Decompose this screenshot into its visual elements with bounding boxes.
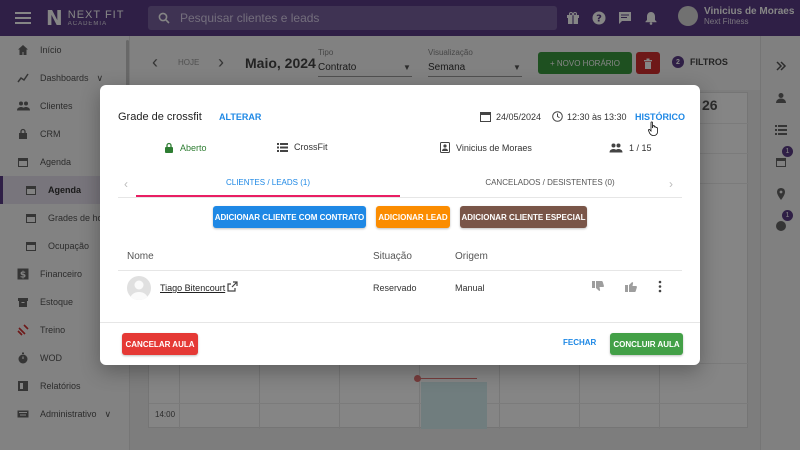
person-placeholder-icon [130,280,148,300]
class-time: 12:30 às 13:30 [552,111,627,122]
status-info: Aberto [164,142,207,153]
finish-class-button[interactable]: CONCLUIR AULA [610,333,683,355]
list-icon [277,142,288,152]
cancel-class-button[interactable]: CANCELAR AULA [122,333,198,355]
clock-icon [552,111,563,122]
id-card-icon [440,142,450,153]
more-options-icon[interactable] [657,280,663,293]
thumbs-down-icon[interactable] [591,280,604,293]
calendar-icon [480,112,491,122]
footer-divider [100,322,700,323]
tab-clients-leads[interactable]: CLIENTES / LEADS (1) [136,178,400,187]
thumbs-up-icon[interactable] [624,280,637,293]
class-time-text: 12:30 às 13:30 [567,111,627,122]
client-situation: Reservado [373,283,417,293]
client-origin: Manual [455,283,485,293]
column-header-origin: Origem [455,251,488,262]
lock-icon [165,142,173,153]
historico-link[interactable]: HISTÓRICO [635,112,685,122]
instructor-info: Vinicius de Moraes [440,142,532,153]
class-details-modal: Grade de crossfit ALTERAR 24/05/2024 12:… [100,85,700,365]
hand-cursor-icon [648,121,658,136]
status-text: Aberto [180,142,207,153]
people-icon [609,143,623,153]
class-date: 24/05/2024 [480,111,541,122]
add-contract-client-button[interactable]: ADICIONAR CLIENTE COM CONTRATO [213,206,366,228]
capacity-text: 1 / 15 [629,143,652,153]
modal-title: Grade de crossfit [118,111,202,123]
instructor-text: Vinicius de Moraes [456,142,532,153]
add-special-client-button[interactable]: ADICIONAR CLIENTE ESPECIAL [460,206,587,228]
close-button[interactable]: FECHAR [563,338,596,347]
capacity-info: 1 / 15 [609,143,652,153]
alterar-link[interactable]: ALTERAR [219,112,261,122]
column-header-name: Nome [127,251,154,262]
table-header-divider [118,270,682,271]
tab-prev-arrow-icon[interactable]: ‹ [124,177,128,191]
tab-next-arrow-icon[interactable]: › [669,177,673,191]
modality-info: CrossFit [277,142,328,152]
class-date-text: 24/05/2024 [496,111,542,122]
client-name-link[interactable]: Tiago Bitencourt [160,283,225,293]
add-lead-button[interactable]: ADICIONAR LEAD [376,206,450,228]
tab-cancelled[interactable]: CANCELADOS / DESISTENTES (0) [418,178,682,187]
active-tab-indicator [136,195,400,197]
external-link-icon[interactable] [227,281,238,292]
column-header-situation: Situação [373,251,412,262]
modality-text: CrossFit [294,142,328,152]
avatar [127,276,151,300]
modal-tabs: ‹ CLIENTES / LEADS (1) CANCELADOS / DESI… [118,172,682,198]
